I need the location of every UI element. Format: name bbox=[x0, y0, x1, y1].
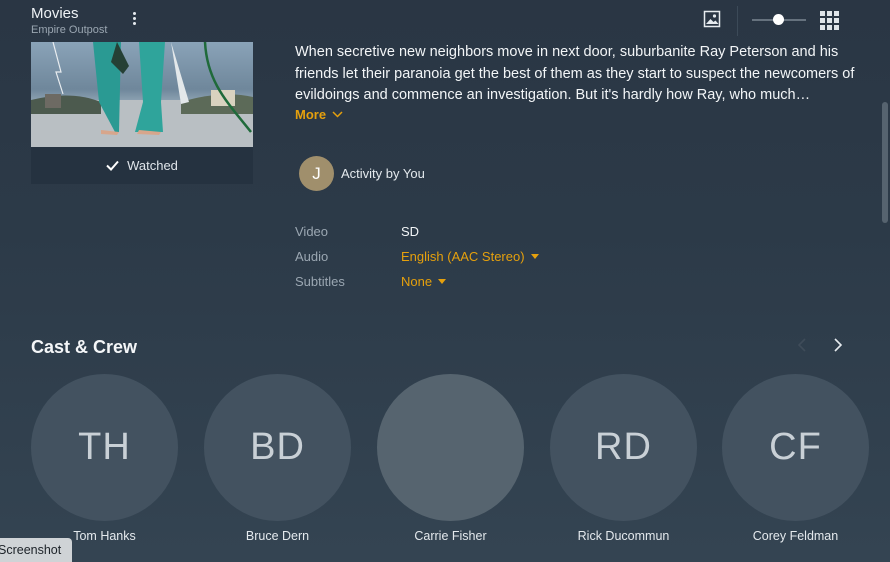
audio-select[interactable]: English (AAC Stereo) bbox=[401, 249, 539, 264]
cast-name[interactable]: Corey Feldman bbox=[702, 529, 889, 543]
poster-image bbox=[31, 42, 253, 147]
cast-card[interactable]: RD Rick Ducommun bbox=[550, 374, 697, 543]
cast-card[interactable]: BD Bruce Dern bbox=[204, 374, 351, 543]
scrollbar-thumb[interactable] bbox=[882, 102, 888, 223]
cast-name[interactable]: Rick Ducommun bbox=[530, 529, 717, 543]
watched-status[interactable]: Watched bbox=[31, 147, 253, 184]
cast-avatar[interactable]: TH bbox=[31, 374, 178, 521]
more-label: More bbox=[295, 107, 327, 122]
cast-card[interactable]: TH Tom Hanks bbox=[31, 374, 178, 543]
top-bar: Movies Empire Outpost bbox=[0, 0, 890, 42]
cast-card[interactable]: Carrie Fisher bbox=[377, 374, 524, 543]
server-name: Empire Outpost bbox=[31, 24, 108, 36]
avatar[interactable]: J bbox=[299, 156, 334, 191]
kebab-icon[interactable] bbox=[126, 10, 142, 30]
cast-avatar[interactable]: BD bbox=[204, 374, 351, 521]
photo-icon[interactable] bbox=[703, 10, 721, 28]
watched-label: Watched bbox=[127, 158, 178, 173]
section-title[interactable]: Movies bbox=[31, 5, 79, 22]
video-label: Video bbox=[295, 224, 329, 239]
grid-icon[interactable] bbox=[820, 11, 839, 30]
more-button[interactable]: More bbox=[295, 107, 343, 122]
chevron-right-icon[interactable] bbox=[830, 337, 844, 353]
toolbar-divider bbox=[737, 6, 738, 36]
chevron-down-icon bbox=[332, 111, 343, 118]
cast-name[interactable]: Carrie Fisher bbox=[357, 529, 544, 543]
subtitles-select[interactable]: None bbox=[401, 274, 447, 289]
audio-value: English (AAC Stereo) bbox=[401, 249, 525, 264]
cast-card[interactable]: CF Corey Feldman bbox=[722, 374, 869, 543]
check-icon bbox=[106, 160, 119, 171]
cast-avatar[interactable] bbox=[377, 374, 524, 521]
cast-section-title: Cast & Crew bbox=[31, 337, 138, 357]
slider-knob[interactable] bbox=[773, 14, 784, 25]
video-value: SD bbox=[401, 224, 420, 239]
chevron-left-icon[interactable] bbox=[796, 337, 810, 353]
cast-name[interactable]: Bruce Dern bbox=[184, 529, 371, 543]
poster-size-slider[interactable] bbox=[752, 14, 806, 26]
activity-label[interactable]: Activity by You bbox=[341, 166, 425, 181]
caret-down-icon bbox=[530, 254, 539, 259]
subtitles-value: None bbox=[401, 274, 433, 289]
tooltip: Screenshot bbox=[0, 538, 72, 562]
cast-avatar[interactable]: RD bbox=[550, 374, 697, 521]
caret-down-icon bbox=[438, 279, 447, 284]
summary-text: When secretive new neighbors move in nex… bbox=[295, 44, 855, 103]
cast-avatar[interactable]: CF bbox=[722, 374, 869, 521]
audio-label: Audio bbox=[295, 249, 329, 264]
subtitles-label: Subtitles bbox=[295, 274, 345, 289]
